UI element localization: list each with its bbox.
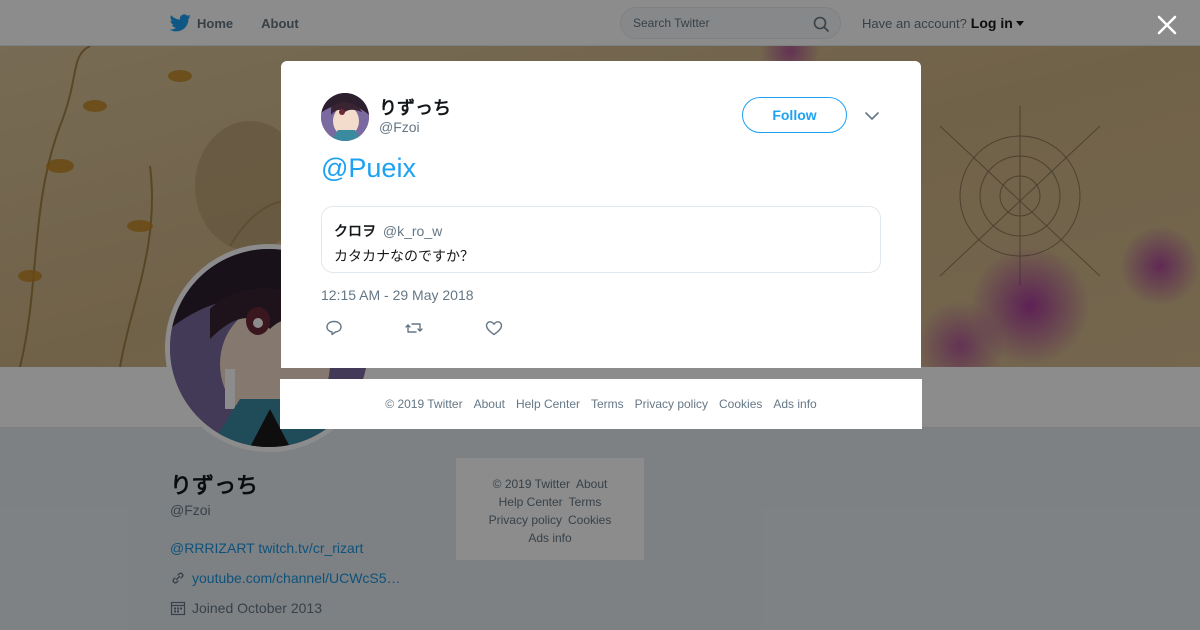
tweet-author-name[interactable]: りずっち [379, 94, 451, 120]
quoted-tweet-header: クロヲ @k_ro_w [334, 221, 868, 241]
modal-footer-terms-link[interactable]: Terms [591, 397, 624, 411]
reply-icon[interactable] [325, 320, 343, 336]
tweet-author-handle[interactable]: @Fzoi [379, 119, 420, 135]
chevron-down-icon [865, 112, 879, 120]
modal-footer-privacy-link[interactable]: Privacy policy [635, 397, 708, 411]
quoted-tweet[interactable]: クロヲ @k_ro_w カタカナなのですか？ [321, 206, 881, 273]
modal-footer-help-link[interactable]: Help Center [516, 397, 580, 411]
close-icon [1157, 15, 1177, 35]
modal-footer-cookies-link[interactable]: Cookies [719, 397, 762, 411]
quoted-tweet-text: カタカナなのですか？ [334, 248, 474, 264]
tweet-modal: りずっち @Fzoi Follow @Pueix クロヲ @k_ro_w カタカ… [281, 61, 921, 368]
modal-footer: © 2019 Twitter About Help Center Terms P… [280, 379, 922, 429]
follow-button[interactable]: Follow [742, 97, 847, 133]
modal-footer-ads-link[interactable]: Ads info [773, 397, 816, 411]
close-modal-button[interactable] [1154, 12, 1180, 38]
retweet-icon[interactable] [405, 320, 423, 336]
quoted-author-handle: @k_ro_w [382, 223, 443, 239]
modal-footer-copyright: © 2019 Twitter [385, 397, 463, 411]
tweet-text[interactable]: @Pueix [321, 153, 416, 184]
tweet-timestamp[interactable]: 12:15 AM - 29 May 2018 [321, 287, 474, 303]
like-heart-icon[interactable] [485, 320, 503, 336]
tweet-author-avatar[interactable] [321, 93, 369, 141]
tweet-actions [325, 320, 503, 336]
tweet-options-button[interactable] [864, 109, 880, 123]
modal-footer-about-link[interactable]: About [474, 397, 505, 411]
quoted-author-name: クロヲ [334, 223, 376, 239]
